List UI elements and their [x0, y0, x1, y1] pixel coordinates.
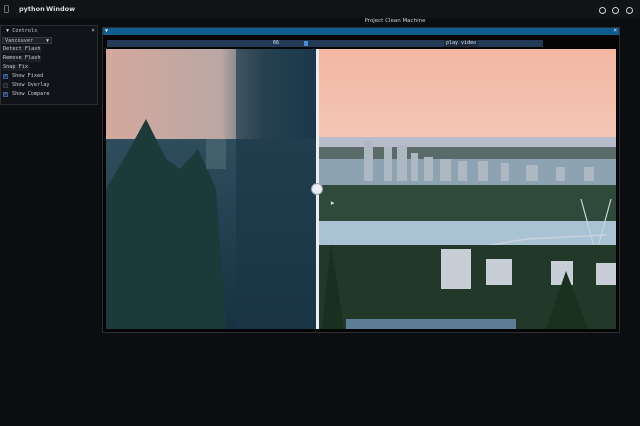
- menu-window[interactable]: Window: [46, 5, 75, 13]
- tray-status-icon[interactable]: [626, 7, 633, 14]
- window-title: Project Clean Machine: [364, 18, 426, 24]
- menu-bar:  python Window: [0, 0, 640, 18]
- viewer-window: ▼ × 66 play video ➤: [102, 27, 620, 333]
- close-icon[interactable]: ×: [91, 27, 95, 34]
- frame-value: 66: [273, 40, 280, 46]
- play-video-button[interactable]: play video: [444, 40, 479, 47]
- city-photo: [106, 49, 616, 329]
- menu-app-name[interactable]: python: [19, 5, 45, 13]
- location-dropdown[interactable]: Vancouver ▼: [2, 37, 52, 44]
- controls-header[interactable]: ▼ Controls ×: [3, 27, 97, 35]
- checkmark-icon: ✓: [3, 73, 8, 79]
- remove-flash-button[interactable]: Remove Flash: [2, 55, 42, 62]
- viewer-titlebar[interactable]: ▼ ×: [103, 27, 619, 35]
- detect-flash-button[interactable]: Detect Flash: [2, 46, 42, 53]
- tray-status-icon[interactable]: [612, 7, 619, 14]
- tray-status-icon[interactable]: [599, 7, 606, 14]
- compare-image[interactable]: ➤: [106, 49, 616, 329]
- show-fixed-label: Show Fixed: [12, 73, 44, 79]
- checkbox-empty: [3, 83, 8, 88]
- show-overlay-label: Show Overlay: [12, 82, 50, 88]
- apple-logo-icon[interactable]: : [4, 4, 9, 13]
- compare-handle[interactable]: [311, 183, 323, 195]
- snap-fix-button[interactable]: Snap Fix: [2, 64, 29, 71]
- mouse-cursor-icon: ➤: [330, 199, 335, 208]
- checkmark-icon: ✓: [3, 91, 8, 97]
- show-compare-label: Show Compare: [12, 91, 50, 97]
- dropdown-value: Vancouver: [5, 38, 34, 44]
- collapse-arrow-icon[interactable]: ▼: [105, 28, 108, 34]
- close-icon[interactable]: ×: [613, 27, 617, 34]
- chevron-down-icon: ▼: [45, 38, 49, 44]
- slider-grab[interactable]: [304, 41, 308, 46]
- controls-title: Controls: [12, 28, 38, 34]
- controls-panel: ▼ Controls × Vancouver ▼ Detect Flash Re…: [0, 25, 98, 105]
